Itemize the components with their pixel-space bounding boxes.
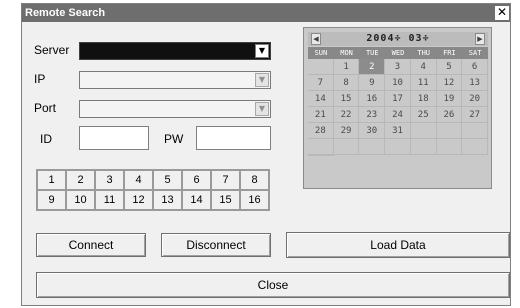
channel-button-3[interactable]: 3 xyxy=(95,170,124,190)
channel-button-5[interactable]: 5 xyxy=(153,170,182,190)
calendar-day[interactable]: 29 xyxy=(333,123,360,139)
weekday-label: TUE xyxy=(365,49,379,57)
weekday-label: MON xyxy=(340,49,353,57)
pw-field[interactable] xyxy=(196,126,271,150)
calendar-day[interactable]: 9 xyxy=(359,75,386,91)
channel-button-2[interactable]: 2 xyxy=(66,170,95,190)
ip-label: IP xyxy=(34,72,46,86)
chevron-left-icon[interactable]: ◀ xyxy=(311,33,321,45)
calendar-day[interactable]: 1 xyxy=(333,59,360,75)
calendar-empty-cell xyxy=(436,139,463,155)
calendar-day[interactable]: 12 xyxy=(436,75,463,91)
calendar-day[interactable]: 8 xyxy=(333,75,360,91)
calendar-year-month[interactable]: 2004÷ 03÷ xyxy=(358,32,438,46)
calendar-day[interactable]: 20 xyxy=(462,91,488,107)
calendar-day[interactable]: 7 xyxy=(308,75,334,91)
calendar-empty-cell xyxy=(462,139,488,155)
calendar-day[interactable]: 27 xyxy=(462,107,488,123)
port-select[interactable]: ▼ xyxy=(79,100,271,118)
calendar-day[interactable]: 14 xyxy=(308,91,334,107)
channel-button-14[interactable]: 14 xyxy=(182,190,211,210)
channel-button-8[interactable]: 8 xyxy=(240,170,269,190)
calendar-day[interactable]: 2 xyxy=(359,59,386,75)
chevron-right-icon[interactable]: ▶ xyxy=(475,33,485,45)
close-button[interactable]: Close xyxy=(36,272,510,298)
calendar-empty-cell xyxy=(385,139,411,155)
channel-button-16[interactable]: 16 xyxy=(240,190,269,210)
weekday-label: WED xyxy=(391,49,405,57)
weekday-label: SUN xyxy=(314,49,328,57)
calendar-empty-cell xyxy=(308,155,334,156)
channel-button-6[interactable]: 6 xyxy=(182,170,211,190)
calendar-day[interactable]: 19 xyxy=(436,91,463,107)
calendar-empty-cell xyxy=(462,123,488,139)
calendar-day[interactable]: 22 xyxy=(333,107,360,123)
calendar-year: 2004 xyxy=(366,33,395,44)
calendar-empty-cell xyxy=(308,59,334,75)
calendar-day[interactable]: 25 xyxy=(410,107,437,123)
weekday-label: FRI xyxy=(443,49,456,57)
channel-grid: 1 2 3 4 5 6 7 8 9 10 11 12 13 14 15 16 xyxy=(36,169,270,211)
chevron-down-icon[interactable]: ▼ xyxy=(255,73,269,87)
calendar-day[interactable]: 15 xyxy=(333,91,360,107)
calendar-empty-cell xyxy=(436,123,463,139)
server-label: Server xyxy=(34,43,70,57)
id-field[interactable] xyxy=(79,126,149,150)
calendar-empty-cell xyxy=(333,139,360,155)
disconnect-button[interactable]: Disconnect xyxy=(161,233,271,257)
calendar-header: ◀ 2004÷ 03÷ ▶ xyxy=(308,32,488,46)
channel-button-1[interactable]: 1 xyxy=(37,170,66,190)
channel-button-15[interactable]: 15 xyxy=(211,190,240,210)
calendar-day[interactable]: 18 xyxy=(410,91,437,107)
calendar-empty-cell xyxy=(308,139,334,155)
title-bar[interactable]: Remote Search ✕ xyxy=(22,4,510,22)
channel-button-4[interactable]: 4 xyxy=(124,170,153,190)
calendar-weekdays: SUN MON TUE WED THU FRI SAT xyxy=(308,47,488,59)
calendar-day[interactable]: 24 xyxy=(385,107,411,123)
calendar-day[interactable]: 30 xyxy=(359,123,386,139)
calendar: ◀ 2004÷ 03÷ ▶ SUN MON TUE WED THU FRI SA… xyxy=(303,27,492,189)
close-icon[interactable]: ✕ xyxy=(495,6,509,20)
channel-button-13[interactable]: 13 xyxy=(153,190,182,210)
remote-search-dialog: Remote Search ✕ Server ▼ IP ▼ Port ▼ ID … xyxy=(21,3,511,306)
calendar-day[interactable]: 28 xyxy=(308,123,334,139)
calendar-empty-cell xyxy=(410,139,437,155)
channel-button-9[interactable]: 9 xyxy=(37,190,66,210)
calendar-day[interactable]: 4 xyxy=(410,59,437,75)
port-label: Port xyxy=(34,101,57,115)
weekday-label: SAT xyxy=(468,49,482,57)
chevron-down-icon[interactable]: ▼ xyxy=(255,44,269,58)
server-select[interactable]: ▼ xyxy=(79,42,271,60)
calendar-day[interactable]: 13 xyxy=(462,75,488,91)
channel-button-10[interactable]: 10 xyxy=(66,190,95,210)
calendar-day[interactable]: 11 xyxy=(410,75,437,91)
channel-button-7[interactable]: 7 xyxy=(211,170,240,190)
weekday-label: THU xyxy=(417,49,431,57)
calendar-day[interactable]: 6 xyxy=(462,59,488,75)
calendar-month: 03 xyxy=(408,33,423,44)
calendar-day[interactable]: 3 xyxy=(385,59,411,75)
connect-button[interactable]: Connect xyxy=(36,233,146,257)
chevron-down-icon[interactable]: ▼ xyxy=(255,102,269,116)
calendar-day[interactable]: 10 xyxy=(385,75,411,91)
pw-label: PW xyxy=(164,132,184,146)
calendar-days: 1 2 3 4 5 6 7 8 9 10 11 12 13 14 15 16 17 18 19 20 21 22 23 24 2… xyxy=(308,59,488,156)
channel-button-12[interactable]: 12 xyxy=(124,190,153,210)
window-title: Remote Search xyxy=(25,7,106,19)
calendar-day[interactable]: 17 xyxy=(385,91,411,107)
id-label: ID xyxy=(40,132,52,146)
calendar-day[interactable]: 31 xyxy=(385,123,411,139)
channel-button-11[interactable]: 11 xyxy=(95,190,124,210)
calendar-day[interactable]: 5 xyxy=(436,59,463,75)
calendar-day[interactable]: 21 xyxy=(308,107,334,123)
ip-select[interactable]: ▼ xyxy=(79,71,271,89)
calendar-empty-cell xyxy=(359,139,386,155)
calendar-day[interactable]: 26 xyxy=(436,107,463,123)
load-data-button[interactable]: Load Data xyxy=(286,232,510,258)
calendar-empty-cell xyxy=(410,123,437,139)
calendar-day[interactable]: 23 xyxy=(359,107,386,123)
calendar-day[interactable]: 16 xyxy=(359,91,386,107)
